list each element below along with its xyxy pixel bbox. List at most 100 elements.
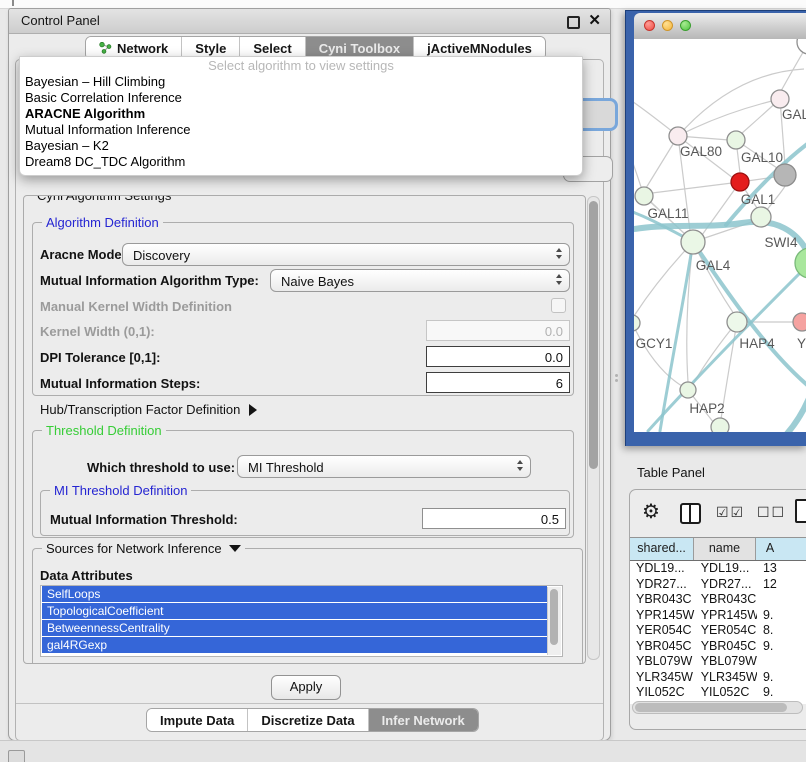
table-cell[interactable]: YLR345W bbox=[695, 670, 757, 686]
settings-scrollbar-thumb[interactable] bbox=[589, 201, 598, 469]
table-cell[interactable] bbox=[757, 654, 806, 670]
close-button[interactable] bbox=[644, 20, 655, 31]
network-node-SWI4[interactable] bbox=[751, 207, 771, 227]
sources-collapse-toggle[interactable]: Sources for Network Inference bbox=[42, 541, 245, 556]
table-cell[interactable]: 13 bbox=[757, 561, 806, 577]
algorithm-option-bayesian-k2[interactable]: Bayesian – K2 bbox=[20, 138, 582, 154]
table-row-0[interactable]: YDL19...YDL19...13 bbox=[630, 561, 806, 577]
float-icon[interactable] bbox=[567, 16, 580, 29]
table-row-7[interactable]: YLR345WYLR345W9. bbox=[630, 670, 806, 686]
splitter-grip[interactable] bbox=[615, 374, 619, 382]
table-cell[interactable]: YBL079W bbox=[695, 654, 757, 670]
column-header-name[interactable]: name bbox=[694, 538, 756, 560]
column-header-a[interactable]: A bbox=[756, 538, 806, 560]
network-node-Y[interactable] bbox=[793, 313, 806, 331]
minimize-button[interactable] bbox=[662, 20, 673, 31]
table-row-2[interactable]: YBR043CYBR043C bbox=[630, 592, 806, 608]
network-node-GAL10[interactable] bbox=[727, 131, 745, 149]
aracne-mode-select[interactable]: Discovery bbox=[122, 243, 570, 266]
network-node-GAL11[interactable] bbox=[635, 187, 653, 205]
table-cell[interactable]: YDL19... bbox=[695, 561, 757, 577]
data-attributes-list[interactable]: SelfLoopsTopologicalCoefficientBetweenne… bbox=[40, 585, 563, 657]
deselect-all-icon[interactable]: ☐☐ bbox=[757, 504, 786, 521]
attribute-item-betweennesscentrality[interactable]: BetweennessCentrality bbox=[42, 620, 547, 637]
aracne-mode-value: Discovery bbox=[133, 248, 190, 263]
table-row-6[interactable]: YBL079WYBL079W bbox=[630, 654, 806, 670]
settings-scrollbar[interactable] bbox=[587, 196, 600, 660]
table-hscrollbar[interactable] bbox=[632, 701, 803, 714]
table-cell[interactable]: YBR045C bbox=[630, 639, 695, 655]
threshold-type-select[interactable]: MI Threshold bbox=[237, 455, 531, 478]
algorithm-option-dream8-dc-tdc-algorithm[interactable]: Dream8 DC_TDC Algorithm bbox=[20, 154, 582, 170]
network-node-GAL1[interactable] bbox=[731, 173, 749, 191]
attributes-scrollbar-thumb[interactable] bbox=[550, 589, 558, 645]
network-node-HAP2[interactable] bbox=[680, 382, 696, 398]
table-cell[interactable]: 9. bbox=[757, 608, 806, 624]
table-cell[interactable]: YIL052C bbox=[630, 685, 695, 701]
zoom-button[interactable] bbox=[680, 20, 691, 31]
algorithm-option-bayesian-hill-climbing[interactable]: Bayesian – Hill Climbing bbox=[20, 74, 582, 90]
attributes-scrollbar[interactable] bbox=[547, 587, 561, 655]
page-icon[interactable] bbox=[795, 499, 806, 523]
hub-definition-label: Hub/Transcription Factor Definition bbox=[40, 402, 240, 417]
network-node-GAL4[interactable] bbox=[681, 230, 705, 254]
node-table: shared...nameA YDL19...YDL19...13YDR27..… bbox=[630, 537, 806, 704]
tab-infer-network[interactable]: Infer Network bbox=[369, 709, 478, 731]
network-node-GCY1[interactable] bbox=[634, 315, 640, 331]
table-cell[interactable]: YDR27... bbox=[630, 577, 695, 593]
table-hscrollbar-thumb[interactable] bbox=[635, 703, 787, 712]
network-node-gray[interactable] bbox=[774, 164, 796, 186]
table-cell[interactable]: YIL052C bbox=[695, 685, 757, 701]
attribute-item-topologicalcoefficient[interactable]: TopologicalCoefficient bbox=[42, 603, 547, 620]
gear-icon[interactable]: ⚙ bbox=[642, 499, 660, 524]
network-node-HAP4[interactable] bbox=[727, 312, 747, 332]
table-cell[interactable]: 9. bbox=[757, 639, 806, 655]
network-node-big-green[interactable] bbox=[795, 248, 806, 278]
table-cell[interactable]: YDR27... bbox=[695, 577, 757, 593]
network-node-partial-top[interactable] bbox=[797, 39, 806, 54]
table-cell[interactable]: YDL19... bbox=[630, 561, 695, 577]
algorithm-option-aracne-algorithm[interactable]: ARACNE Algorithm bbox=[20, 106, 582, 122]
column-header-shared[interactable]: shared... bbox=[630, 538, 694, 560]
columns-icon[interactable] bbox=[680, 503, 701, 524]
algorithm-option-mutual-information-inference[interactable]: Mutual Information Inference bbox=[20, 122, 582, 138]
attribute-item-gal4rgexp[interactable]: gal4RGexp bbox=[42, 637, 547, 654]
table-row-4[interactable]: YER054CYER054C8. bbox=[630, 623, 806, 639]
hub-definition-toggle[interactable]: Hub/Transcription Factor Definition bbox=[40, 402, 257, 417]
network-canvas[interactable]: GALGAL80GAL10GAL1GAL11SWI4GAL4GCY1HAP4YH… bbox=[634, 39, 806, 432]
mi-threshold-input[interactable]: 0.5 bbox=[422, 508, 566, 529]
bottom-strip bbox=[0, 740, 806, 762]
mi-steps-input[interactable]: 6 bbox=[426, 372, 570, 393]
table-cell[interactable]: YPR145W bbox=[695, 608, 757, 624]
select-all-icon[interactable]: ☑☑ bbox=[716, 504, 745, 521]
close-icon[interactable]: ✕ bbox=[588, 12, 601, 29]
network-node-GAL80[interactable] bbox=[669, 127, 687, 145]
network-node-GAL[interactable] bbox=[771, 90, 789, 108]
tab-impute-data[interactable]: Impute Data bbox=[147, 709, 248, 731]
table-cell[interactable]: YBL079W bbox=[630, 654, 695, 670]
mi-algorithm-type-select[interactable]: Naive Bayes bbox=[270, 269, 570, 292]
apply-button[interactable]: Apply bbox=[271, 675, 341, 700]
network-node-bottom[interactable] bbox=[711, 418, 729, 432]
table-cell[interactable]: 9. bbox=[757, 670, 806, 686]
table-cell[interactable]: YER054C bbox=[630, 623, 695, 639]
dpi-tolerance-input[interactable]: 0.0 bbox=[426, 346, 570, 367]
table-cell[interactable]: 9. bbox=[757, 685, 806, 701]
table-row-3[interactable]: YPR145WYPR145W9. bbox=[630, 608, 806, 624]
table-cell[interactable]: YER054C bbox=[695, 623, 757, 639]
table-cell[interactable]: YBR045C bbox=[695, 639, 757, 655]
attribute-item-selfloops[interactable]: SelfLoops bbox=[42, 586, 547, 603]
table-cell[interactable]: YLR345W bbox=[630, 670, 695, 686]
table-row-8[interactable]: YIL052CYIL052C9. bbox=[630, 685, 806, 701]
table-row-5[interactable]: YBR045CYBR045C9. bbox=[630, 639, 806, 655]
table-cell[interactable]: 12 bbox=[757, 577, 806, 593]
algorithm-option-basic-correlation-inference[interactable]: Basic Correlation Inference bbox=[20, 90, 582, 106]
table-cell[interactable]: 8. bbox=[757, 623, 806, 639]
table-row-1[interactable]: YDR27...YDR27...12 bbox=[630, 577, 806, 593]
table-cell[interactable]: YBR043C bbox=[695, 592, 757, 608]
collapsed-panel-icon[interactable] bbox=[8, 750, 25, 762]
table-cell[interactable] bbox=[757, 592, 806, 608]
tab-discretize-data[interactable]: Discretize Data bbox=[248, 709, 368, 731]
table-cell[interactable]: YBR043C bbox=[630, 592, 695, 608]
table-cell[interactable]: YPR145W bbox=[630, 608, 695, 624]
